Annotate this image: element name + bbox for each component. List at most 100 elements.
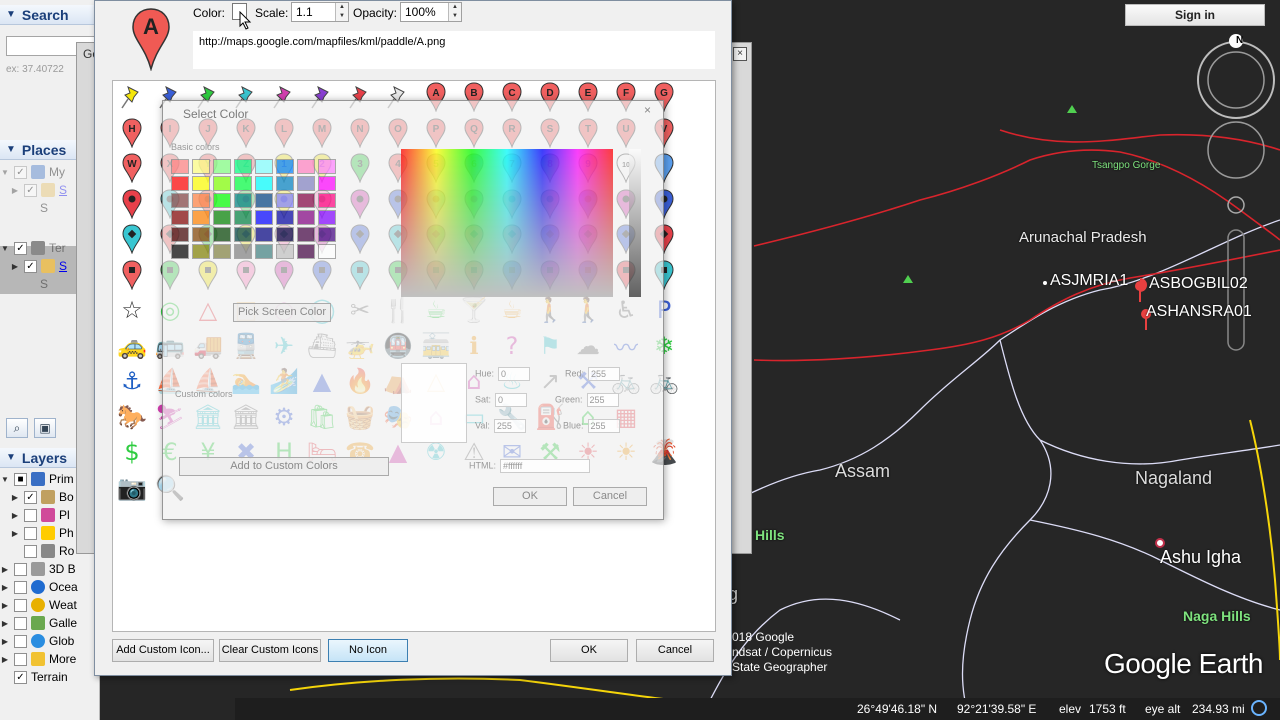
layer-item[interactable]: ▶ Ocea: [0, 578, 100, 596]
basic-color-swatch[interactable]: [234, 244, 252, 259]
sign-in-button[interactable]: Sign in: [1125, 4, 1265, 26]
add-custom-icon-button[interactable]: Add Custom Icon...: [112, 639, 214, 662]
basic-color-swatch[interactable]: [297, 227, 315, 242]
basic-color-swatch[interactable]: [192, 159, 210, 174]
pushpin-icon[interactable]: [116, 81, 148, 113]
collapse-triangle-icon[interactable]: ▼: [6, 9, 16, 20]
basic-color-swatch[interactable]: [234, 193, 252, 208]
basic-color-swatch[interactable]: [276, 159, 294, 174]
look-control-icon[interactable]: [1207, 121, 1265, 179]
basic-color-swatch[interactable]: [171, 244, 189, 259]
basic-color-swatch[interactable]: [276, 210, 294, 225]
scale-spinbox[interactable]: 1.1 ▲ ▼: [291, 2, 349, 22]
basic-color-swatch[interactable]: [234, 227, 252, 242]
panel-toggle-icon[interactable]: ▣: [34, 418, 56, 438]
basic-color-swatch[interactable]: [276, 176, 294, 191]
basic-color-swatch[interactable]: [171, 227, 189, 242]
search-panel-header[interactable]: ▼ Search: [0, 5, 100, 25]
basic-color-swatch[interactable]: [213, 244, 231, 259]
compass-ring-icon[interactable]: [1197, 41, 1275, 119]
paddle-marker-icon[interactable]: H: [116, 117, 148, 149]
street-view-pegman-icon[interactable]: [1227, 196, 1245, 214]
village-point-icon[interactable]: [1155, 538, 1165, 548]
horse-icon[interactable]: 🐎: [116, 401, 148, 433]
basic-color-swatch[interactable]: [255, 244, 273, 259]
basic-color-swatch[interactable]: [297, 210, 315, 225]
taxi-icon[interactable]: 🚕: [116, 330, 148, 362]
basic-color-swatch[interactable]: [171, 193, 189, 208]
clear-custom-icons-button[interactable]: Clear Custom Icons: [219, 639, 321, 662]
camera-icon[interactable]: 📷: [116, 472, 148, 504]
paddle-marker-icon[interactable]: [116, 188, 148, 220]
basic-color-swatch[interactable]: [318, 227, 336, 242]
paddle-marker-icon[interactable]: [116, 223, 148, 255]
ok-button[interactable]: OK: [493, 487, 567, 506]
basic-color-swatch[interactable]: [192, 227, 210, 242]
basic-color-swatch[interactable]: [192, 210, 210, 225]
basic-color-swatch[interactable]: [297, 176, 315, 191]
placemark-pin-icon[interactable]: [1135, 278, 1147, 302]
basic-color-swatch[interactable]: [192, 244, 210, 259]
collapse-triangle-icon[interactable]: ▼: [6, 144, 16, 155]
basic-color-swatch[interactable]: [213, 159, 231, 174]
search-icon[interactable]: ⌕: [6, 418, 28, 438]
basic-color-swatch[interactable]: [318, 193, 336, 208]
basic-color-swatch[interactable]: [255, 210, 273, 225]
basic-color-swatch[interactable]: [192, 193, 210, 208]
basic-color-swatch[interactable]: [255, 193, 273, 208]
no-icon-button[interactable]: No Icon: [328, 639, 408, 662]
basic-color-swatch[interactable]: [234, 210, 252, 225]
opacity-spinbox[interactable]: 100% ▲ ▼: [400, 2, 462, 22]
basic-color-swatch[interactable]: [297, 244, 315, 259]
basic-color-swatch[interactable]: [234, 159, 252, 174]
map-label-ashu-igha[interactable]: Ashu Igha: [1160, 547, 1241, 568]
basic-color-swatch[interactable]: [234, 176, 252, 191]
basic-color-swatch[interactable]: [255, 227, 273, 242]
basic-color-swatch[interactable]: [213, 193, 231, 208]
layer-item[interactable]: ▶ Weat: [0, 596, 100, 614]
placemark-label[interactable]: ASJMRIA1: [1050, 272, 1128, 290]
basic-color-swatch[interactable]: [213, 210, 231, 225]
dollar-icon[interactable]: $: [116, 436, 148, 468]
peak-marker-icon[interactable]: [903, 275, 913, 283]
basic-color-swatch[interactable]: [276, 227, 294, 242]
spin-arrows-icon[interactable]: ▲ ▼: [335, 3, 348, 21]
color-spectrum[interactable]: [401, 149, 613, 297]
basic-color-swatch[interactable]: [318, 159, 336, 174]
basic-color-swatch[interactable]: [276, 244, 294, 259]
basic-color-swatch[interactable]: [318, 210, 336, 225]
basic-color-swatch[interactable]: [297, 193, 315, 208]
basic-color-swatch[interactable]: [171, 210, 189, 225]
basic-color-swatch[interactable]: [255, 176, 273, 191]
peak-marker-icon[interactable]: [1067, 105, 1077, 113]
spin-arrows-icon[interactable]: ▲ ▼: [448, 3, 461, 21]
close-icon[interactable]: ×: [733, 47, 747, 61]
anchor-icon[interactable]: ⚓: [116, 365, 148, 397]
placemark-label[interactable]: ASBOGBIL02: [1149, 275, 1248, 293]
basic-color-swatch[interactable]: [255, 159, 273, 174]
placemark-label[interactable]: ASHANSRA01: [1146, 303, 1252, 321]
basic-color-swatch[interactable]: [318, 244, 336, 259]
basic-color-swatch[interactable]: [192, 176, 210, 191]
pick-screen-color-button[interactable]: Pick Screen Color: [233, 303, 331, 322]
cancel-button[interactable]: Cancel: [573, 487, 647, 506]
basic-color-swatch[interactable]: [213, 227, 231, 242]
collapse-triangle-icon[interactable]: ▼: [6, 452, 16, 463]
layer-item[interactable]: ▶ Glob: [0, 632, 100, 650]
icon-url-field[interactable]: http://maps.google.com/mapfiles/kml/padd…: [193, 31, 715, 69]
luminance-slider[interactable]: [629, 149, 641, 297]
layer-item[interactable]: ▶ 3D B: [0, 560, 100, 578]
paddle-marker-icon[interactable]: W: [116, 152, 148, 184]
basic-colors-grid[interactable]: [171, 159, 336, 259]
basic-color-swatch[interactable]: [297, 159, 315, 174]
basic-color-swatch[interactable]: [276, 193, 294, 208]
basic-color-swatch[interactable]: [171, 159, 189, 174]
add-to-custom-colors-button[interactable]: Add to Custom Colors: [179, 457, 389, 476]
star-icon[interactable]: ☆: [116, 294, 148, 326]
layer-item[interactable]: ✓ Terrain: [0, 668, 100, 686]
basic-color-swatch[interactable]: [171, 176, 189, 191]
basic-color-swatch[interactable]: [213, 176, 231, 191]
layer-item[interactable]: ▶ More: [0, 650, 100, 668]
cancel-button[interactable]: Cancel: [636, 639, 714, 662]
ok-button[interactable]: OK: [550, 639, 628, 662]
